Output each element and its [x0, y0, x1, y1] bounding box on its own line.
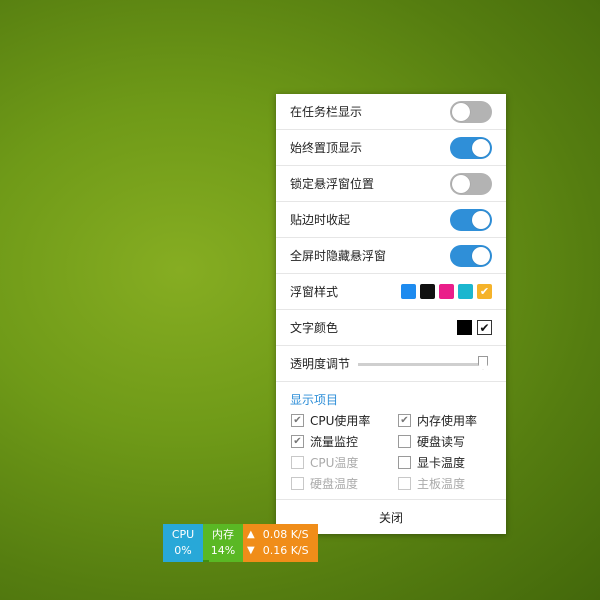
text-color-swatch[interactable]: ✔ [477, 320, 492, 335]
toggle-label: 贴边时收起 [290, 213, 351, 227]
display-item-checkbox[interactable]: 硬盘读写 [398, 433, 505, 449]
toggle-row: 贴边时收起 [276, 202, 506, 238]
display-item-checkbox[interactable]: ✔ 流量监控 [291, 433, 398, 449]
toggle-row: 锁定悬浮窗位置 [276, 166, 506, 202]
opacity-row: 透明度调节 [276, 346, 506, 382]
download-line: ▼ 0.16 K/S [247, 543, 309, 559]
opacity-slider-thumb[interactable] [478, 355, 488, 370]
toggle-knob [472, 138, 490, 157]
toggle-row: 在任务栏显示 [276, 94, 506, 130]
display-item-label: 硬盘温度 [310, 476, 359, 491]
float-style-label: 浮窗样式 [290, 285, 339, 299]
text-color-options: ✔ [457, 320, 492, 335]
memory-value: 14% [210, 544, 236, 557]
display-item-checkbox[interactable]: ✔ 内存使用率 [398, 412, 505, 428]
toggle-knob [472, 210, 490, 229]
upload-speed: 0.08 K/S [262, 528, 309, 541]
cpu-cell: CPU 0% [163, 524, 203, 562]
text-color-row: 文字颜色 ✔ [276, 310, 506, 346]
float-style-swatches: ✔ [401, 284, 492, 299]
memory-label: 内存 [212, 528, 234, 541]
network-cell: ▲ 0.08 K/S ▼ 0.16 K/S [243, 524, 318, 562]
toggle-knob [452, 174, 470, 193]
toggle-switch[interactable] [450, 172, 492, 195]
unchecked-box-icon [398, 434, 411, 448]
memory-cell: 内存 14% [203, 524, 243, 562]
display-items-title: 显示项目 [290, 393, 339, 407]
checked-box-icon: ✔ [291, 434, 304, 448]
display-items-grid: ✔ CPU使用率 ✔ 内存使用率 ✔ 流量监控 硬盘读写 CPU温度 显卡温度硬盘温度 主板温度 [276, 410, 506, 491]
style-swatch[interactable] [420, 284, 435, 299]
checked-box-icon: ✔ [398, 413, 411, 427]
unchecked-box-icon [398, 455, 411, 469]
display-item-label: 主板温度 [417, 476, 466, 491]
toggle-label: 全屏时隐藏悬浮窗 [290, 249, 387, 263]
unchecked-box-icon [291, 476, 304, 490]
display-item-label: 内存使用率 [417, 413, 478, 428]
style-swatch[interactable] [439, 284, 454, 299]
style-swatch[interactable]: ✔ [477, 284, 492, 299]
display-item-checkbox[interactable]: 硬盘温度 [291, 475, 398, 491]
cpu-value: 0% [174, 544, 192, 557]
checked-box-icon: ✔ [291, 413, 304, 427]
display-item-label: 显卡温度 [417, 455, 466, 470]
unchecked-box-icon [398, 476, 411, 490]
text-color-label: 文字颜色 [290, 321, 339, 335]
toggle-switch[interactable] [450, 100, 492, 123]
display-item-label: CPU使用率 [310, 413, 371, 428]
style-swatch[interactable] [458, 284, 473, 299]
display-item-label: CPU温度 [310, 455, 359, 470]
text-color-swatch[interactable] [457, 320, 472, 335]
toggle-knob [472, 246, 490, 265]
toggle-switch[interactable] [450, 244, 492, 267]
toggle-label: 锁定悬浮窗位置 [290, 177, 375, 191]
style-swatch[interactable] [401, 284, 416, 299]
download-arrow-icon: ▼ [247, 545, 255, 556]
opacity-label: 透明度调节 [290, 357, 351, 371]
check-icon: ✔ [479, 285, 490, 298]
opacity-slider[interactable] [358, 355, 492, 373]
display-item-checkbox[interactable]: CPU温度 [291, 454, 398, 470]
toggle-row: 全屏时隐藏悬浮窗 [276, 238, 506, 274]
toggle-knob [452, 102, 470, 121]
settings-panel: 在任务栏显示 始终置顶显示 锁定悬浮窗位置 贴边时收起全屏时隐藏悬浮窗 浮窗样式 ✔ … [276, 94, 506, 534]
toggle-label: 始终置顶显示 [290, 141, 363, 155]
toggle-row: 始终置顶显示 [276, 130, 506, 166]
display-item-label: 硬盘读写 [417, 434, 466, 449]
display-item-checkbox[interactable]: ✔ CPU使用率 [291, 412, 398, 428]
unchecked-box-icon [291, 455, 304, 469]
opacity-slider-track [358, 362, 488, 366]
memory-usage-bar [203, 560, 209, 562]
upload-arrow-icon: ▲ [247, 529, 255, 540]
toggle-switch[interactable] [450, 136, 492, 159]
toggle-label: 在任务栏显示 [290, 105, 363, 119]
display-item-label: 流量监控 [310, 434, 359, 449]
upload-line: ▲ 0.08 K/S [247, 527, 309, 543]
floating-monitor[interactable]: CPU 0% 内存 14% ▲ 0.08 K/S ▼ 0.16 K/S [163, 524, 318, 562]
cpu-label: CPU [171, 528, 195, 541]
download-speed: 0.16 K/S [262, 544, 309, 557]
toggle-switch[interactable] [450, 208, 492, 231]
float-style-row: 浮窗样式 ✔ [276, 274, 506, 310]
display-item-checkbox[interactable]: 主板温度 [398, 475, 505, 491]
display-item-checkbox[interactable]: 显卡温度 [398, 454, 505, 470]
